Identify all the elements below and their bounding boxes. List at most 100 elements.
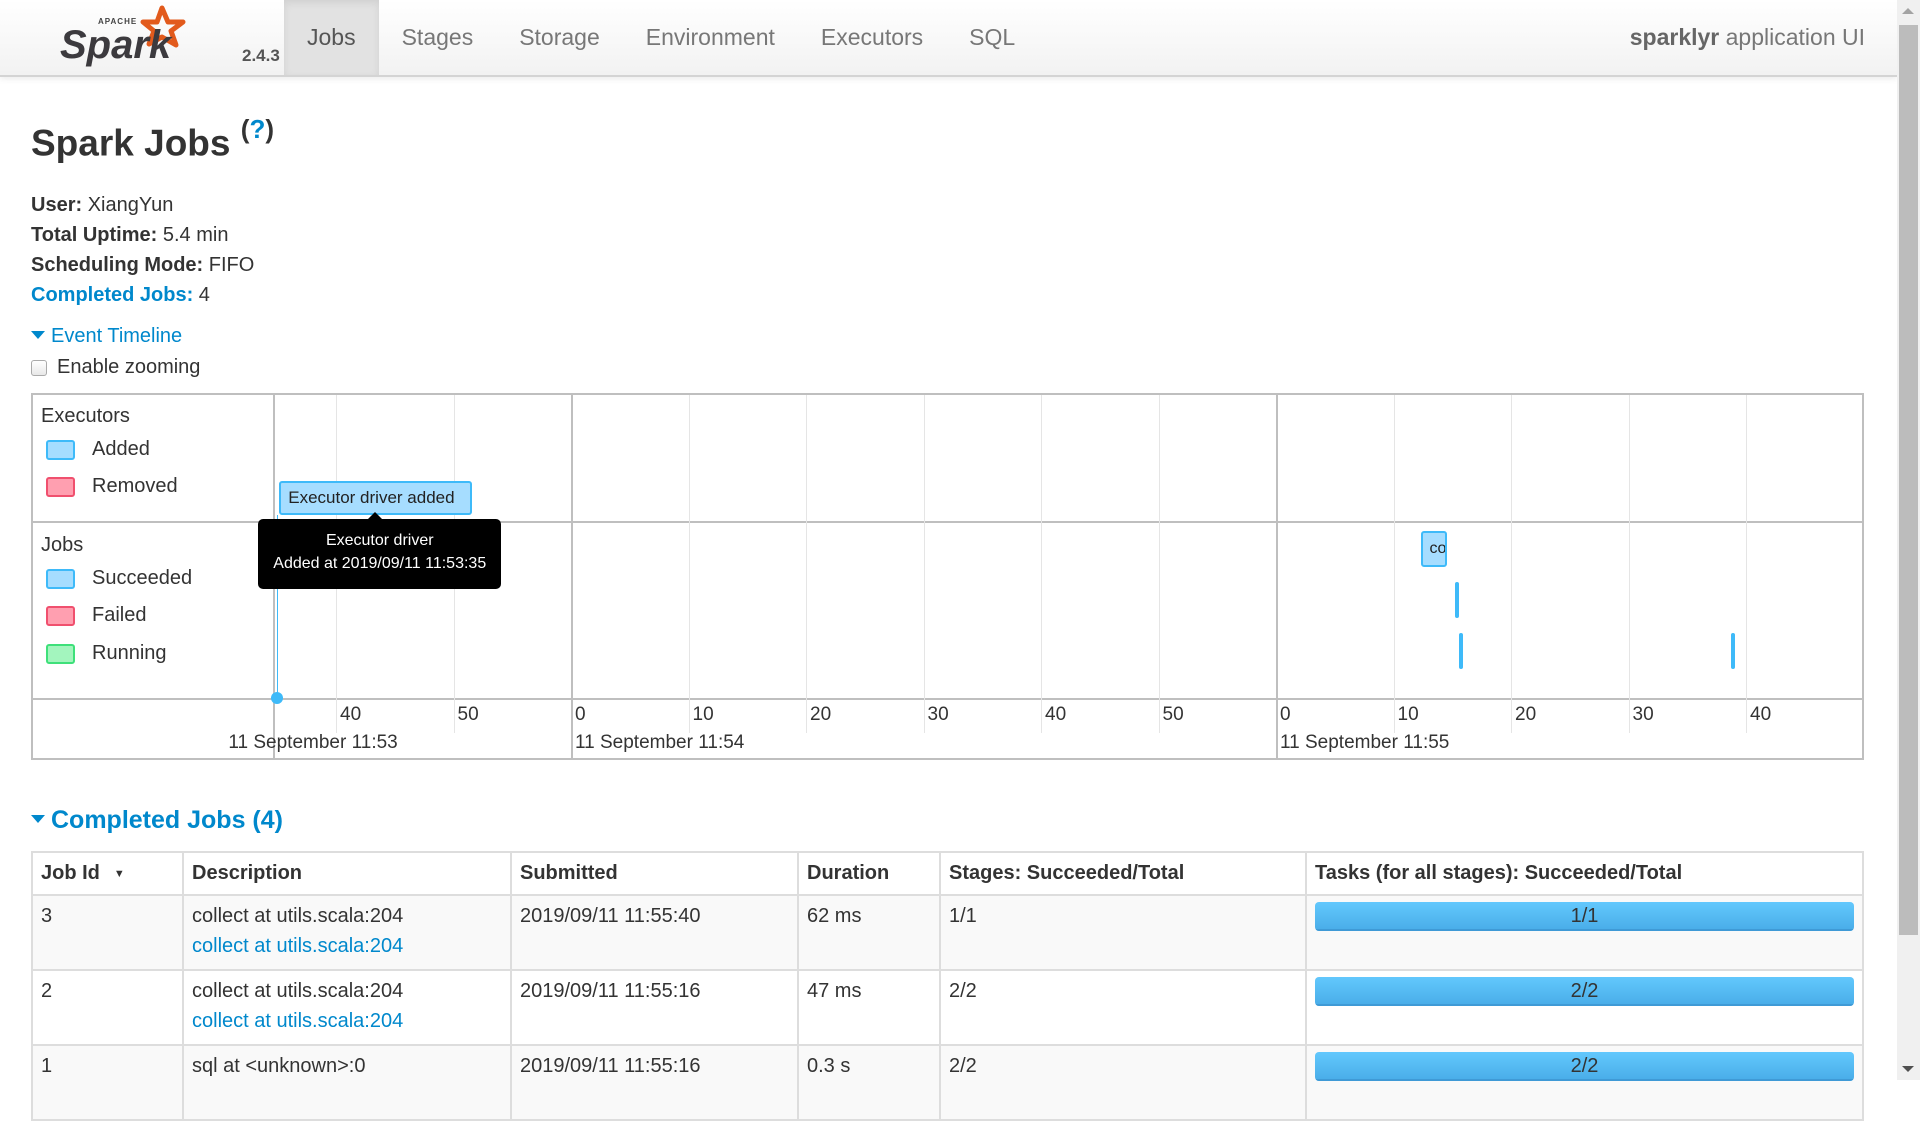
tab-stages[interactable]: Stages — [379, 0, 497, 75]
cell-tasks: 2/2 — [1305, 1044, 1864, 1121]
enable-zooming-row: Enable zooming — [31, 356, 200, 379]
completed-jobs-count: 4 — [193, 284, 210, 306]
user-value: XiangYun — [82, 194, 174, 216]
tooltip-arrow — [368, 512, 383, 519]
svg-text:Spark: Spark — [60, 23, 173, 67]
description-link[interactable]: collect at utils.scala:204 — [192, 931, 502, 961]
completed-jobs-link[interactable]: Completed Jobs: — [31, 284, 193, 306]
grid-line — [1511, 395, 1512, 733]
help-paren-close: ) — [265, 114, 274, 144]
legend-label: Failed — [92, 604, 147, 626]
top-navbar: APACHE Spark 2.4.3 Jobs Stages Storage E… — [0, 0, 1897, 77]
column-header-duration[interactable]: Duration — [797, 851, 941, 896]
sort-descending-icon: ▼ — [113, 867, 125, 880]
x-minute-label: 11 September 11:55 — [1280, 732, 1450, 753]
enable-zooming-label[interactable]: Enable zooming — [57, 356, 200, 379]
executor-event-dot[interactable] — [271, 692, 284, 704]
description-text: collect at utils.scala:204 — [192, 980, 404, 1002]
event-timeline-toggle[interactable]: Event Timeline — [31, 325, 182, 348]
swatch-added-icon — [46, 439, 75, 460]
cell-stages: 2/2 — [939, 969, 1307, 1046]
legend-job-failed: Failed — [46, 604, 146, 627]
tab-sql[interactable]: SQL — [946, 0, 1038, 75]
spark-logo[interactable]: APACHE Spark 2.4.3 — [58, 4, 280, 68]
cell-job-id: 2 — [31, 969, 184, 1046]
completed-jobs-toggle[interactable]: Completed Jobs (4) — [31, 806, 283, 835]
column-header-description[interactable]: Description — [182, 851, 512, 896]
timeline-row-divider-jobs — [33, 698, 1862, 700]
caret-down-icon — [31, 330, 45, 339]
column-header-submitted[interactable]: Submitted — [510, 851, 799, 896]
help-link[interactable]: ? — [249, 114, 265, 144]
swatch-running-icon — [46, 643, 75, 664]
column-header-stages[interactable]: Stages: Succeeded/Total — [939, 851, 1307, 896]
legend-executor-removed: Removed — [46, 475, 178, 498]
cell-description: sql at <unknown>:0 — [182, 1044, 512, 1121]
nav-tabs: Jobs Stages Storage Environment Executor… — [284, 0, 1038, 75]
legend-executors-title: Executors — [41, 405, 130, 427]
job-event-bar[interactable] — [1454, 582, 1459, 618]
legend-job-succeeded: Succeeded — [46, 567, 192, 590]
x-tick-label: 20 — [1515, 704, 1537, 725]
uptime-value: 5.4 min — [157, 224, 229, 246]
tab-executors[interactable]: Executors — [798, 0, 946, 75]
description-text: collect at utils.scala:204 — [192, 905, 404, 927]
scheduling-value: FIFO — [203, 254, 255, 276]
tab-environment[interactable]: Environment — [623, 0, 798, 75]
grid-line — [688, 395, 690, 733]
cell-description: collect at utils.scala:204 collect at uti… — [182, 969, 512, 1046]
vertical-scrollbar[interactable] — [1897, 0, 1920, 1080]
cell-duration: 0.3 s — [797, 1044, 941, 1121]
x-tick-label: 10 — [1397, 704, 1419, 725]
grid-line — [1158, 395, 1160, 733]
scroll-up-arrow-icon[interactable] — [1902, 8, 1914, 14]
executor-added-event[interactable]: Executor driver added — [279, 481, 473, 515]
scroll-down-arrow-icon[interactable] — [1902, 1066, 1914, 1072]
scrollbar-thumb[interactable] — [1899, 25, 1918, 935]
x-tick-label: 40 — [340, 704, 362, 725]
event-timeline-label: Event Timeline — [51, 325, 183, 347]
help-tooltip: (?) — [241, 114, 274, 144]
page-title-text: Spark Jobs — [31, 122, 231, 164]
progress-text: 2/2 — [1570, 1055, 1599, 1077]
legend-job-running: Running — [46, 642, 167, 665]
progress-text: 1/1 — [1570, 905, 1599, 927]
x-tick-label: 30 — [1632, 704, 1654, 725]
uptime-label: Total Uptime: — [31, 224, 158, 246]
legend-label: Succeeded — [92, 567, 193, 589]
description-text: sql at <unknown>:0 — [192, 1055, 366, 1077]
spark-logo-icon: APACHE Spark — [60, 5, 186, 67]
cell-stages: 1/1 — [939, 894, 1307, 971]
app-name-bold: sparklyr — [1629, 24, 1720, 50]
table-row: 1 sql at <unknown>:0 2019/09/11 11:55:16… — [31, 1044, 1864, 1121]
user-label: User: — [31, 194, 83, 216]
column-header-tasks[interactable]: Tasks (for all stages): Succeeded/Total — [1305, 851, 1864, 896]
job-event-box[interactable]: co — [1420, 531, 1447, 567]
cell-duration: 47 ms — [797, 969, 941, 1046]
job-event-bar[interactable] — [1459, 633, 1464, 669]
grid-line — [1746, 395, 1747, 733]
completed-jobs-table: Job Id ▼ Description Submitted Duration S… — [31, 851, 1864, 1121]
legend-label: Added — [92, 438, 150, 460]
cell-duration: 62 ms — [797, 894, 941, 971]
tooltip-line: Added at 2019/09/11 11:53:35 — [273, 555, 487, 572]
summary-completed: Completed Jobs: 4 — [31, 280, 254, 310]
job-event-bar[interactable] — [1730, 633, 1735, 669]
legend-executor-added: Added — [46, 438, 150, 461]
grid-line — [1041, 395, 1042, 733]
grid-line — [923, 395, 925, 733]
spark-version: 2.4.3 — [242, 46, 280, 65]
table-row: 3 collect at utils.scala:204 collect at u… — [31, 894, 1864, 971]
cell-description: collect at utils.scala:204 collect at uti… — [182, 894, 512, 971]
legend-jobs-title: Jobs — [41, 534, 84, 556]
tab-storage[interactable]: Storage — [496, 0, 623, 75]
header-label: Job Id — [41, 862, 100, 884]
cell-stages: 2/2 — [939, 1044, 1307, 1121]
description-link[interactable]: collect at utils.scala:204 — [192, 1006, 502, 1036]
enable-zooming-checkbox[interactable] — [31, 359, 47, 376]
event-timeline[interactable]: Executors Added Removed Jobs Succeeded F… — [31, 393, 1864, 760]
column-header-job-id[interactable]: Job Id ▼ — [31, 851, 184, 896]
app-name-rest: application UI — [1719, 24, 1865, 50]
completed-jobs-title: Completed Jobs (4) — [51, 806, 283, 834]
tab-jobs[interactable]: Jobs — [284, 0, 379, 75]
